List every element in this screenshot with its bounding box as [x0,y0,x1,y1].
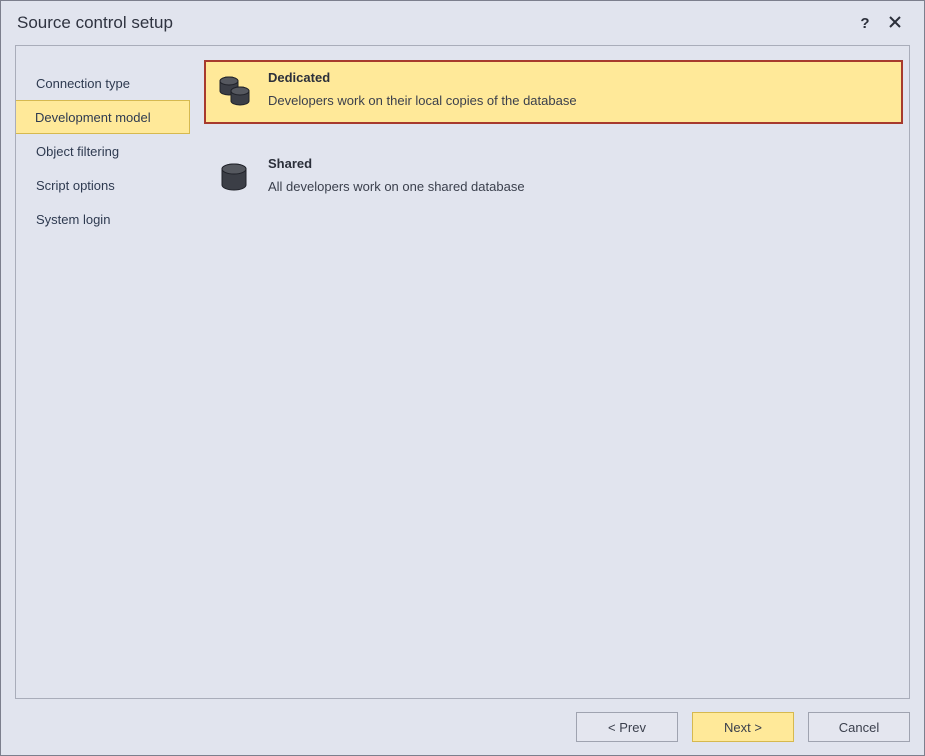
option-title: Shared [268,156,525,171]
title-bar: Source control setup ? [1,1,924,45]
prev-button[interactable]: < Prev [576,712,678,742]
sidebar-item-label: Object filtering [36,144,119,159]
sidebar-item-development-model[interactable]: Development model [16,100,190,134]
option-description: Developers work on their local copies of… [268,93,577,108]
help-icon: ? [860,15,869,32]
window-title: Source control setup [17,13,173,33]
help-button[interactable]: ? [850,8,880,38]
option-shared[interactable]: Shared All developers work on one shared… [204,146,903,210]
button-label: Next > [724,720,762,735]
sidebar-item-script-options[interactable]: Script options [16,168,190,202]
next-button[interactable]: Next > [692,712,794,742]
option-dedicated[interactable]: Dedicated Developers work on their local… [204,60,903,124]
content-area: Connection type Development model Object… [15,45,910,699]
dialog-window: Source control setup ? Connection type D… [0,0,925,756]
dedicated-databases-icon [216,74,252,110]
wizard-steps-sidebar: Connection type Development model Object… [16,46,190,698]
button-label: < Prev [608,720,646,735]
option-text: Dedicated Developers work on their local… [268,70,577,108]
option-title: Dedicated [268,70,577,85]
sidebar-item-label: Connection type [36,76,130,91]
sidebar-item-system-login[interactable]: System login [16,202,190,236]
option-text: Shared All developers work on one shared… [268,156,525,194]
button-label: Cancel [839,720,879,735]
footer-buttons: < Prev Next > Cancel [1,699,924,755]
sidebar-item-connection-type[interactable]: Connection type [16,66,190,100]
cancel-button[interactable]: Cancel [808,712,910,742]
close-icon [889,15,901,32]
sidebar-item-object-filtering[interactable]: Object filtering [16,134,190,168]
sidebar-item-label: System login [36,212,110,227]
option-description: All developers work on one shared databa… [268,179,525,194]
sidebar-item-label: Development model [35,110,151,125]
shared-database-icon [216,160,252,196]
sidebar-item-label: Script options [36,178,115,193]
close-button[interactable] [880,8,910,38]
main-panel: Dedicated Developers work on their local… [190,46,909,698]
